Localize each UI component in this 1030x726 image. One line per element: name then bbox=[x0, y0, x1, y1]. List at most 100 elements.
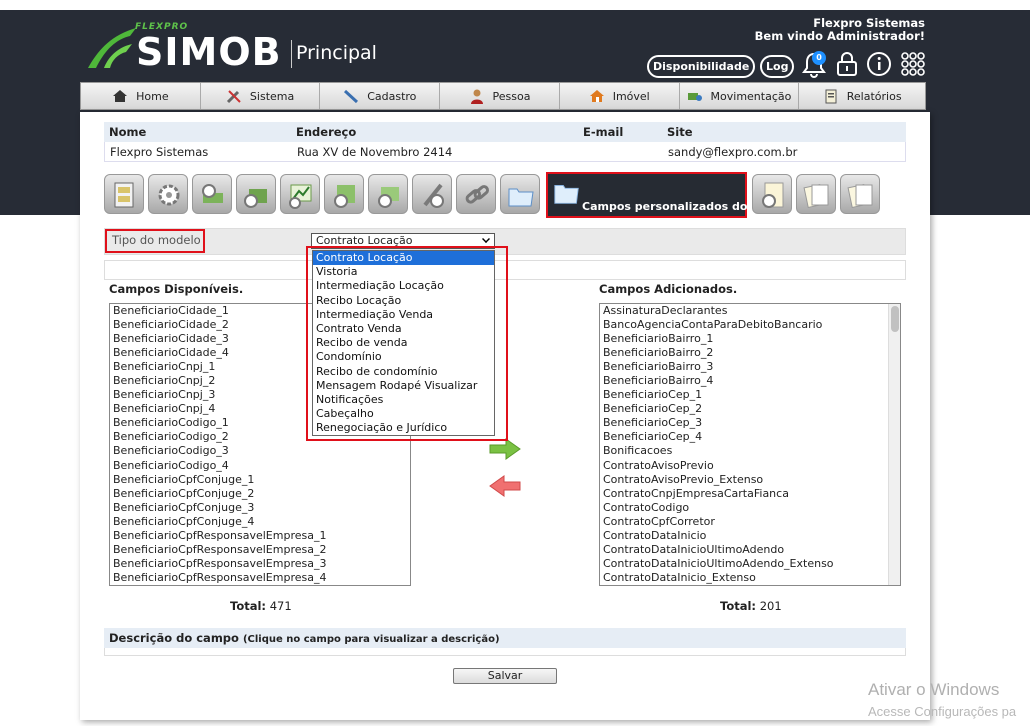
available-field-item[interactable]: BeneficiarioCpfResponsavelEmpresa_4 bbox=[110, 571, 410, 585]
added-field-item[interactable]: BeneficiarioCep_4 bbox=[600, 430, 900, 444]
nav-home-label: Home bbox=[136, 89, 169, 103]
nav-imovel[interactable]: Imóvel bbox=[560, 83, 680, 109]
tab-settings[interactable] bbox=[148, 174, 188, 214]
added-field-item[interactable]: ContratoDataInicio bbox=[600, 529, 900, 543]
dropdown-option[interactable]: Mensagem Rodapé Visualizar bbox=[313, 379, 494, 393]
windows-activation-hint: Acesse Configurações pa bbox=[868, 704, 1017, 719]
added-field-item[interactable]: BeneficiarioCep_1 bbox=[600, 388, 900, 402]
dropdown-option[interactable]: Intermediação Locação bbox=[313, 279, 494, 293]
nav-movimentacao-label: Movimentação bbox=[710, 89, 792, 103]
field-description-header: Descrição do campo (Clique no campo para… bbox=[104, 628, 906, 648]
available-field-item[interactable]: BeneficiarioCpfConjuge_3 bbox=[110, 501, 410, 515]
tab-link[interactable] bbox=[456, 174, 496, 214]
value-site: sandy@flexpro.com.br bbox=[668, 144, 798, 159]
tab-money-stack[interactable] bbox=[236, 174, 276, 214]
nav-cadastro-label: Cadastro bbox=[367, 89, 417, 103]
dropdown-option[interactable]: Contrato Locação bbox=[313, 251, 494, 266]
apps-grid-icon[interactable] bbox=[900, 50, 926, 78]
info-icon[interactable] bbox=[866, 50, 892, 78]
dropdown-option[interactable]: Vistoria bbox=[313, 265, 494, 279]
added-field-item[interactable]: ContratoDataInicioUltimoAdendo_Extenso bbox=[600, 557, 900, 571]
dropdown-option[interactable]: Notificações bbox=[313, 393, 494, 407]
added-field-item[interactable]: BeneficiarioBairro_1 bbox=[600, 332, 900, 346]
tab-tools[interactable] bbox=[412, 174, 452, 214]
added-field-item[interactable]: ContratoDataInicioUltimoAdendo bbox=[600, 543, 900, 557]
simob-logo: FLEXPRO SIMOB Principal bbox=[86, 22, 386, 74]
added-field-item[interactable]: ContratoCpfCorretor bbox=[600, 515, 900, 529]
nav-cadastro[interactable]: Cadastro bbox=[320, 83, 441, 109]
wrench-gear-icon bbox=[423, 183, 444, 208]
value-endereco: Rua XV de Novembro 2414 bbox=[297, 144, 453, 159]
tab-documents[interactable] bbox=[796, 174, 836, 214]
tab-campos-personalizados[interactable]: Campos personalizados dos bbox=[546, 172, 754, 218]
added-field-item[interactable]: ContratoAvisoPrevio bbox=[600, 459, 900, 473]
available-field-item[interactable]: BeneficiarioCodigo_3 bbox=[110, 444, 410, 458]
nav-home[interactable]: Home bbox=[81, 83, 201, 109]
tipo-modelo-dropdown[interactable]: Contrato Locação Vistoria Intermediação Lo… bbox=[312, 250, 495, 436]
tab-finance[interactable] bbox=[192, 174, 232, 214]
nav-imovel-label: Imóvel bbox=[612, 89, 650, 103]
description-title: Descrição do campo bbox=[109, 631, 239, 645]
available-field-item[interactable]: BeneficiarioCpfConjuge_1 bbox=[110, 473, 410, 487]
added-field-item[interactable]: BeneficiarioBairro_4 bbox=[600, 374, 900, 388]
tab-printer[interactable] bbox=[368, 174, 408, 214]
nav-sistema-label: Sistema bbox=[249, 89, 295, 103]
disponibilidade-button[interactable]: Disponibilidade bbox=[647, 55, 756, 78]
header-nome: Nome bbox=[109, 125, 147, 139]
available-field-item[interactable]: BeneficiarioCodigo_4 bbox=[110, 459, 410, 473]
tab-chart[interactable] bbox=[280, 174, 320, 214]
added-field-item[interactable]: ContratoCodigo bbox=[600, 501, 900, 515]
log-button[interactable]: Log bbox=[760, 55, 795, 78]
added-field-item[interactable]: AssinaturaDeclarantes bbox=[600, 304, 900, 318]
added-field-item[interactable]: BeneficiarioBairro_3 bbox=[600, 360, 900, 374]
nav-relatorios[interactable]: Relatórios bbox=[799, 83, 925, 109]
added-field-item[interactable]: BancoAgenciaContaParaDebitoBancario bbox=[600, 318, 900, 332]
available-field-item[interactable]: BeneficiarioCpfResponsavelEmpresa_1 bbox=[110, 529, 410, 543]
tab-folder[interactable] bbox=[500, 174, 540, 214]
info-header-row: Nome Endereço E-mail Site bbox=[104, 122, 906, 142]
lock-icon[interactable] bbox=[834, 50, 860, 78]
added-field-item[interactable]: BeneficiarioBairro_2 bbox=[600, 346, 900, 360]
nav-movimentacao[interactable]: Movimentação bbox=[680, 83, 800, 109]
chart-gear-icon bbox=[289, 184, 312, 209]
field-description-body bbox=[104, 648, 906, 656]
save-button[interactable]: Salvar bbox=[453, 668, 557, 684]
added-field-item[interactable]: ContratoAvisoPrevio_Extenso bbox=[600, 473, 900, 487]
tab-documents-2[interactable] bbox=[840, 174, 880, 214]
available-field-item[interactable]: BeneficiarioCpfConjuge_2 bbox=[110, 487, 410, 501]
scrollbar-thumb[interactable] bbox=[891, 306, 899, 332]
value-nome: Flexpro Sistemas bbox=[110, 144, 209, 159]
dropdown-option[interactable]: Recibo de condomínio bbox=[313, 365, 494, 379]
added-field-item[interactable]: BeneficiarioCep_2 bbox=[600, 402, 900, 416]
available-field-item[interactable]: BeneficiarioCpfResponsavelEmpresa_2 bbox=[110, 543, 410, 557]
available-total-label: Total: bbox=[230, 599, 267, 613]
tab-register[interactable] bbox=[104, 174, 144, 214]
added-field-item[interactable]: Bonificacoes bbox=[600, 444, 900, 458]
tab-doc-gear[interactable] bbox=[752, 174, 792, 214]
nav-pessoa[interactable]: Pessoa bbox=[440, 83, 560, 109]
added-list-scrollbar[interactable] bbox=[888, 304, 900, 585]
dropdown-option[interactable]: Recibo de venda bbox=[313, 336, 494, 350]
chain-link-icon bbox=[465, 185, 490, 204]
dropdown-option[interactable]: Cabeçalho bbox=[313, 407, 494, 421]
dropdown-option[interactable]: Condomínio bbox=[313, 350, 494, 364]
logo-name: SIMOB bbox=[136, 30, 282, 74]
tab-active-label: Campos personalizados dos bbox=[582, 200, 755, 213]
added-fields-list[interactable]: AssinaturaDeclarantes BancoAgenciaContaPa… bbox=[599, 303, 901, 586]
available-field-item[interactable]: BeneficiarioCpfConjuge_4 bbox=[110, 515, 410, 529]
dropdown-option[interactable]: Recibo Locação bbox=[313, 294, 494, 308]
nav-sistema[interactable]: Sistema bbox=[201, 83, 321, 109]
added-field-item[interactable]: BeneficiarioCep_3 bbox=[600, 416, 900, 430]
dropdown-option[interactable]: Renegociação e Jurídico bbox=[313, 421, 494, 435]
money-gear-icon bbox=[202, 184, 223, 203]
added-field-item[interactable]: ContratoDataInicio_Extenso bbox=[600, 571, 900, 585]
tools-icon bbox=[226, 90, 241, 104]
dropdown-option[interactable]: Intermediação Venda bbox=[313, 308, 494, 322]
arrow-left-icon[interactable] bbox=[488, 474, 522, 498]
home-icon bbox=[113, 90, 128, 102]
available-field-item[interactable]: BeneficiarioCpfResponsavelEmpresa_3 bbox=[110, 557, 410, 571]
added-field-item[interactable]: ContratoCnpjEmpresaCartaFianca bbox=[600, 487, 900, 501]
tab-bills[interactable] bbox=[324, 174, 364, 214]
header-email: E-mail bbox=[583, 125, 624, 139]
dropdown-option[interactable]: Contrato Venda bbox=[313, 322, 494, 336]
